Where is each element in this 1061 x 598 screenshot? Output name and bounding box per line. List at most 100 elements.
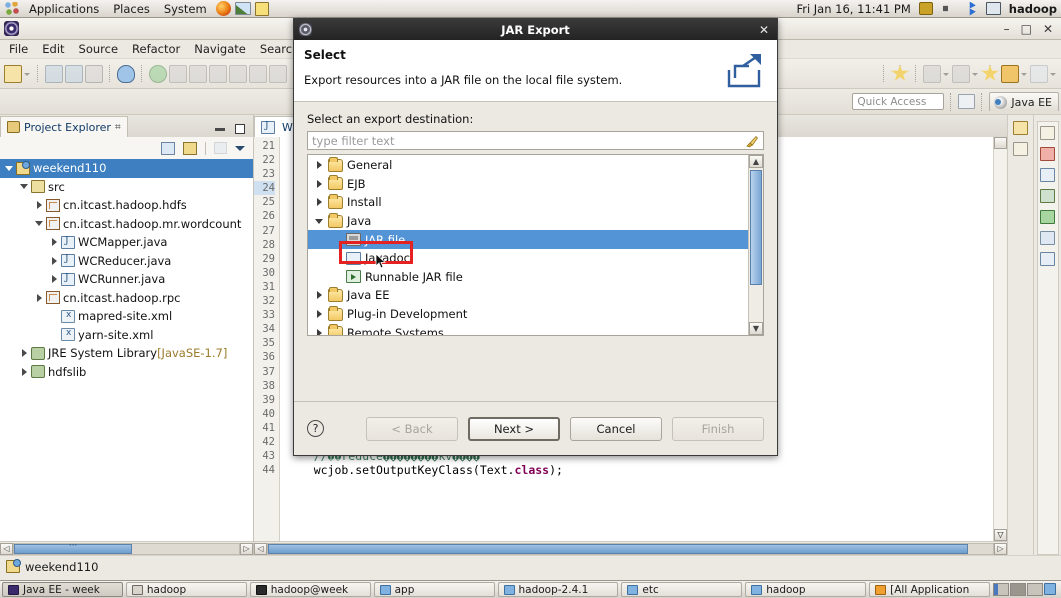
chevron-down-icon[interactable]: [4, 163, 15, 174]
help-icon[interactable]: ?: [307, 420, 324, 437]
chevron-right-icon[interactable]: [34, 200, 45, 211]
trash-icon[interactable]: [1044, 583, 1056, 595]
export-tree-item-java[interactable]: Java: [308, 212, 748, 231]
taskbar-button-1[interactable]: hadoop: [125, 582, 247, 597]
stop-button[interactable]: [189, 64, 207, 83]
back-button[interactable]: [1001, 64, 1019, 83]
tree-item-weekend110[interactable]: weekend110: [0, 159, 253, 178]
tree-item-cn-itcast-hadoop-hdfs[interactable]: cn.itcast.hadoop.hdfs: [0, 196, 253, 215]
tree-item-cn-itcast-hadoop-rpc[interactable]: cn.itcast.hadoop.rpc: [0, 289, 253, 308]
save-all-button[interactable]: [65, 64, 83, 83]
save-button[interactable]: [45, 64, 63, 83]
workspace-3[interactable]: [1027, 583, 1043, 596]
perspective-java-ee-button[interactable]: Java EE: [989, 92, 1059, 111]
chevron-right-icon[interactable]: [314, 308, 326, 320]
chevron-right-icon[interactable]: [314, 159, 326, 171]
tree-item-src[interactable]: src: [0, 178, 253, 197]
menu-refactor[interactable]: Refactor: [125, 41, 187, 57]
chevron-right-icon[interactable]: [49, 255, 60, 266]
view-menu-icon[interactable]: [235, 145, 245, 151]
tab-project-explorer[interactable]: Project Explorer ⌗: [0, 116, 128, 137]
close-icon[interactable]: ⌗: [115, 122, 121, 133]
export-tree-item-java-ee[interactable]: Java EE: [308, 286, 748, 305]
window-maximize-button[interactable]: □: [1021, 23, 1032, 35]
display-icon[interactable]: [985, 2, 1001, 15]
next-annotation-button[interactable]: [923, 64, 941, 83]
properties-view-icon[interactable]: [1040, 252, 1055, 266]
vscroll-thumb[interactable]: [750, 170, 762, 285]
tree-item-wcreducer-java[interactable]: WCReducer.java: [0, 252, 253, 271]
places-menu[interactable]: Places: [106, 1, 157, 17]
taskbar-button-4[interactable]: hadoop-2.4.1: [497, 582, 619, 597]
applications-menu[interactable]: Applications: [22, 1, 106, 17]
print-button[interactable]: [85, 64, 103, 83]
menu-navigate[interactable]: Navigate: [187, 41, 253, 57]
tree-item-cn-itcast-hadoop-mr-wordcount[interactable]: cn.itcast.hadoop.mr.wordcount: [0, 215, 253, 234]
restore-icon[interactable]: [1040, 126, 1055, 140]
bluetooth-icon[interactable]: [964, 1, 976, 16]
editor-hscroll-track[interactable]: [267, 542, 994, 555]
new-dropdown-arrow-icon[interactable]: [24, 65, 31, 83]
export-tree-item-general[interactable]: General: [308, 156, 748, 175]
export-tree-item-jar-file[interactable]: JAR file: [308, 230, 748, 249]
scroll-right-icon[interactable]: ▷: [240, 542, 253, 555]
chevron-down-icon[interactable]: [314, 215, 326, 227]
console-view-icon[interactable]: [1040, 168, 1055, 182]
taskbar-button-3[interactable]: app: [373, 582, 495, 597]
tree-vscrollbar[interactable]: ▲ ▼: [748, 155, 763, 335]
taskbar-button-6[interactable]: hadoop: [745, 582, 867, 597]
network-icon[interactable]: [918, 2, 933, 15]
chevron-right-icon[interactable]: [314, 178, 326, 190]
taskbar-button-5[interactable]: etc: [621, 582, 743, 597]
taskbar-button-2[interactable]: hadoop@week: [249, 582, 371, 597]
export-destination-tree[interactable]: General EJB Install Java JAR file Javadoc Runn…: [308, 155, 748, 335]
quick-access-input[interactable]: Quick Access: [852, 93, 945, 110]
scroll-up-icon[interactable]: [994, 137, 1007, 149]
scroll-down-icon[interactable]: ▽: [994, 529, 1007, 541]
forward-dropdown-arrow-icon[interactable]: [1050, 65, 1057, 83]
outline-marker-icon[interactable]: [1013, 121, 1028, 135]
chevron-right-icon[interactable]: [19, 366, 30, 377]
system-menu[interactable]: System: [157, 1, 214, 17]
next-button[interactable]: Next >: [468, 416, 560, 441]
menu-edit[interactable]: Edit: [35, 41, 71, 57]
servers-view-icon[interactable]: [1040, 189, 1055, 203]
tree-item-wcrunner-java[interactable]: WCRunner.java: [0, 270, 253, 289]
clear-filter-icon[interactable]: [745, 134, 759, 148]
scroll-down-icon[interactable]: ▼: [749, 322, 763, 335]
tree-item-hdfslib[interactable]: hdfslib: [0, 363, 253, 382]
project-tree[interactable]: weekend110 src cn.itcast.hadoop.hdfs cn.itc…: [0, 159, 253, 541]
run-button[interactable]: [149, 64, 167, 83]
external-tools-button[interactable]: [229, 64, 247, 83]
export-tree-item-javadoc[interactable]: Javadoc: [308, 249, 748, 268]
minimize-icon[interactable]: [215, 127, 225, 131]
filter-input-wrapper[interactable]: type filter text: [307, 131, 764, 150]
window-minimize-button[interactable]: –: [1004, 23, 1010, 35]
chevron-right-icon[interactable]: [314, 289, 326, 301]
open-perspective-button[interactable]: [958, 94, 976, 109]
maximize-icon[interactable]: [235, 124, 245, 134]
run-history-button[interactable]: [169, 64, 187, 83]
snippets-view-icon[interactable]: [1040, 231, 1055, 245]
chevron-right-icon[interactable]: [49, 237, 60, 248]
refresh-button[interactable]: [249, 64, 267, 83]
clock[interactable]: Fri Jan 16, 11:41 PM: [796, 2, 910, 16]
data-source-explorer-icon[interactable]: [1040, 210, 1055, 224]
back-button[interactable]: < Back: [366, 416, 458, 441]
workspace-2[interactable]: [1010, 583, 1026, 596]
taskbar-button-7[interactable]: [All Application: [869, 582, 990, 597]
collapse-all-icon[interactable]: [161, 141, 175, 155]
next-annotation-arrow-icon[interactable]: [943, 65, 950, 83]
open-type-button[interactable]: [269, 64, 287, 83]
chevron-right-icon[interactable]: [34, 292, 45, 303]
taskbar-button-0[interactable]: Java EE - week: [2, 582, 123, 597]
chevron-right-icon[interactable]: [49, 274, 60, 285]
project-explorer-hscrollbar[interactable]: ◁ ▷: [0, 541, 253, 555]
firefox-icon[interactable]: [215, 1, 231, 16]
previous-annotation-button[interactable]: [952, 64, 970, 83]
volume-icon[interactable]: [942, 2, 952, 15]
tree-item-wcmapper-java[interactable]: WCMapper.java: [0, 233, 253, 252]
problems-view-icon[interactable]: [1040, 147, 1055, 161]
previous-annotation-arrow-icon[interactable]: [972, 65, 979, 83]
hscroll-track[interactable]: [13, 542, 240, 555]
